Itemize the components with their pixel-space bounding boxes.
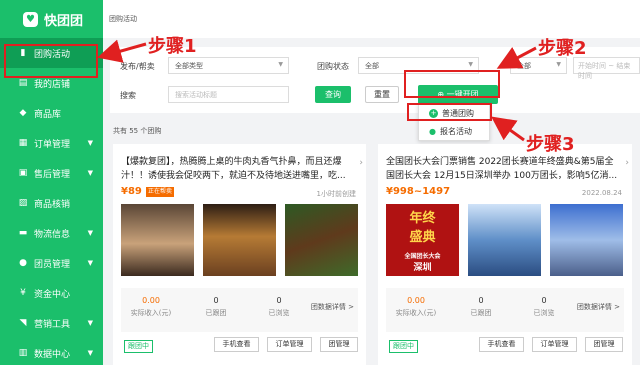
step3-arrow [491,116,525,142]
step2-arrow [496,46,537,69]
step1-arrow [97,39,147,63]
annotation-arrows [97,39,537,142]
